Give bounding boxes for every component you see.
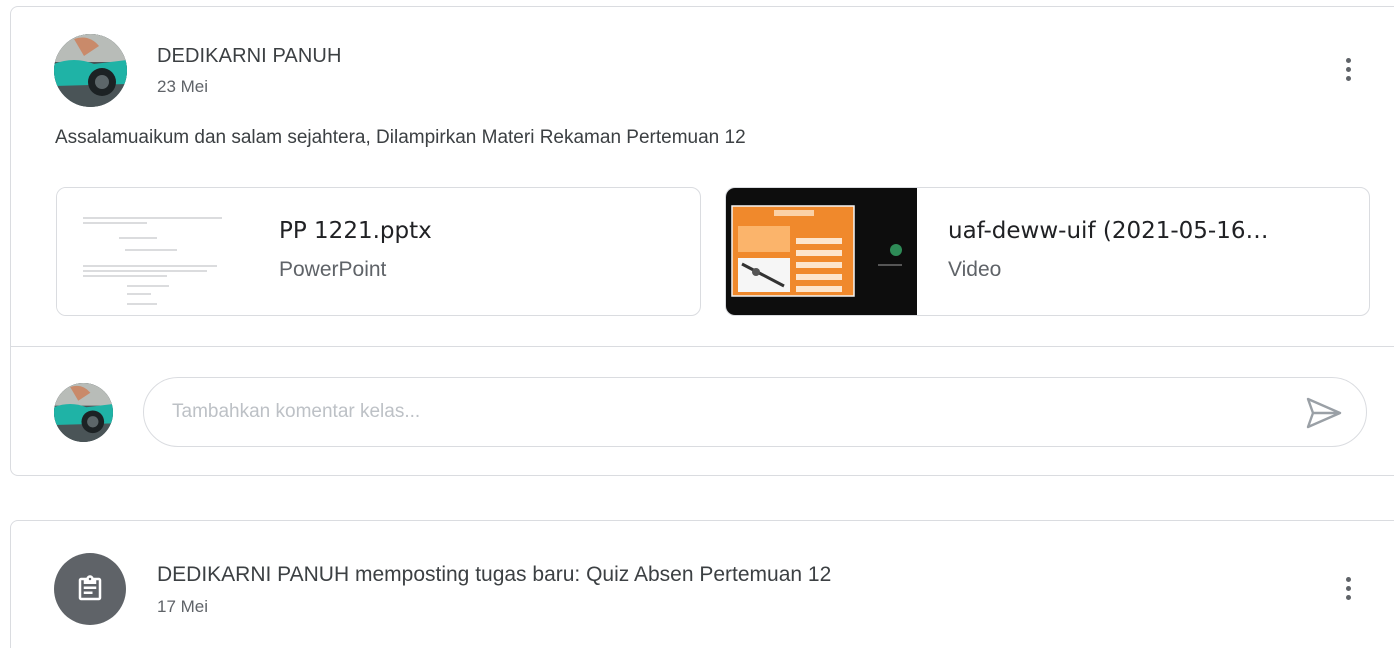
post-body-text: Assalamuaikum dan salam sejahtera, Dilam… [55, 127, 746, 148]
announcement-card: DEDIKARNI PANUH 23 Mei Assalamuaikum dan… [10, 6, 1394, 476]
video-thumbnail [726, 188, 917, 315]
author-avatar[interactable] [54, 34, 127, 107]
post-more-options-icon[interactable] [1334, 47, 1362, 91]
assignment-title: DEDIKARNI PANUH memposting tugas baru: Q… [157, 563, 832, 586]
attachment-title: PP 1221.pptx [279, 218, 432, 244]
current-user-avatar [54, 383, 113, 442]
class-comment-input[interactable] [172, 378, 1272, 446]
attachment-powerpoint[interactable]: PP 1221.pptx PowerPoint [56, 187, 701, 316]
attachment-title: uaf-deww-uif (2021-05-16… [948, 218, 1269, 244]
assignment-date: 17 Mei [157, 597, 209, 616]
pptx-thumbnail [57, 188, 248, 315]
comment-divider [11, 346, 1394, 347]
assignment-card[interactable]: DEDIKARNI PANUH memposting tugas baru: Q… [10, 520, 1394, 648]
send-icon[interactable] [1304, 395, 1344, 431]
assignment-icon [54, 553, 126, 625]
attachment-type: PowerPoint [279, 258, 387, 281]
comment-box [143, 377, 1367, 447]
attachment-type: Video [948, 258, 1002, 281]
post-date: 23 Mei [157, 77, 209, 96]
post-author-name: DEDIKARNI PANUH [157, 45, 342, 67]
attachment-video[interactable]: uaf-deww-uif (2021-05-16… Video [725, 187, 1370, 316]
assignment-more-options-icon[interactable] [1334, 566, 1362, 610]
